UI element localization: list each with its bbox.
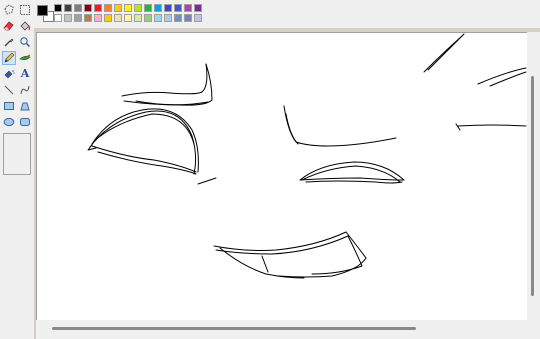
rounded-rectangle-tool[interactable] — [18, 115, 32, 129]
text-tool[interactable]: A — [18, 67, 32, 81]
airbrush-tool[interactable] — [2, 67, 16, 81]
toolbox: A — [0, 0, 34, 339]
rectangle-icon — [4, 102, 14, 110]
right-eye-stroke — [305, 180, 403, 184]
color-swatch[interactable] — [94, 4, 102, 12]
color-palette — [34, 0, 540, 28]
color-swatch[interactable] — [74, 14, 82, 22]
left-eyebrow-stroke — [123, 63, 213, 106]
polygon-tool[interactable] — [18, 99, 32, 113]
left-eyebrow-stroke — [121, 63, 208, 97]
color-swatch[interactable] — [134, 14, 142, 22]
left-eye-stroke — [89, 110, 197, 175]
color-swatch[interactable] — [104, 14, 112, 22]
ellipse-tool[interactable] — [2, 115, 16, 129]
select-tool[interactable] — [18, 3, 32, 17]
color-swatch[interactable] — [194, 4, 202, 12]
color-swatch[interactable] — [104, 4, 112, 12]
color-swatch[interactable] — [84, 14, 92, 22]
fill-tool[interactable] — [18, 19, 32, 33]
color-swatch[interactable] — [194, 14, 202, 22]
left-eye-stroke — [91, 145, 197, 173]
hair-stroke — [457, 124, 527, 127]
line-tool[interactable] — [2, 83, 16, 97]
select-icon — [20, 5, 30, 15]
left-eye-stroke — [197, 177, 217, 185]
pencil-icon — [4, 52, 15, 63]
scrollbar-corner — [527, 320, 540, 339]
left-eye-stroke — [91, 108, 199, 173]
right-eye-stroke — [299, 161, 405, 181]
color-swatch[interactable] — [144, 4, 152, 12]
color-swatch[interactable] — [174, 4, 182, 12]
line-icon — [4, 85, 14, 95]
right-eye-stroke — [299, 177, 405, 181]
color-swatch[interactable] — [84, 4, 92, 12]
drawing-canvas[interactable] — [36, 32, 527, 320]
tool-options-box[interactable] — [3, 133, 31, 175]
left-eye-stroke — [93, 113, 195, 145]
rounded-rectangle-icon — [20, 118, 30, 126]
hair-stroke — [427, 33, 465, 71]
vertical-scrollbar[interactable] — [527, 32, 540, 320]
color-swatch[interactable] — [164, 14, 172, 22]
color-swatch[interactable] — [114, 4, 122, 12]
color-swatch[interactable] — [184, 14, 192, 22]
color-swatch[interactable] — [174, 14, 182, 22]
airbrush-icon — [4, 70, 15, 79]
brush-tool[interactable] — [18, 51, 32, 65]
workspace — [34, 28, 540, 339]
primary-color-swatch[interactable] — [37, 5, 48, 16]
left-eyebrow-stroke — [135, 100, 209, 106]
mouth-stroke — [277, 231, 367, 278]
color-swatch[interactable] — [134, 4, 142, 12]
color-swatch[interactable] — [124, 14, 132, 22]
polygon-icon — [20, 102, 30, 111]
vertical-scroll-thumb[interactable] — [531, 76, 534, 296]
color-swatch[interactable] — [144, 14, 152, 22]
hair-stroke — [455, 123, 461, 131]
color-swatch[interactable] — [64, 4, 72, 12]
curve-icon — [20, 85, 30, 95]
eraser-icon — [3, 21, 14, 31]
right-eyebrow-stroke — [283, 105, 397, 147]
horizontal-scroll-thumb[interactable] — [52, 327, 416, 330]
fill-bucket-icon — [20, 21, 31, 31]
free-form-select-tool[interactable] — [2, 3, 16, 17]
color-swatch[interactable] — [164, 4, 172, 12]
color-swatch[interactable] — [74, 4, 82, 12]
left-eye-stroke — [97, 151, 197, 175]
color-swatch-grid — [54, 4, 204, 24]
free-form-select-icon — [4, 4, 14, 15]
mouth-stroke — [213, 231, 347, 251]
curve-tool[interactable] — [18, 83, 32, 97]
color-swatch[interactable] — [64, 14, 72, 22]
current-colors — [36, 3, 56, 23]
color-swatch[interactable] — [154, 14, 162, 22]
brush-icon — [19, 54, 31, 60]
horizontal-scrollbar[interactable] — [36, 320, 527, 339]
color-swatch[interactable] — [184, 4, 192, 12]
rectangle-tool[interactable] — [2, 99, 16, 113]
eraser-tool[interactable] — [2, 19, 16, 33]
text-icon: A — [20, 67, 30, 80]
color-swatch[interactable] — [154, 4, 162, 12]
hair-stroke — [489, 71, 527, 87]
pencil-tool[interactable] — [2, 51, 16, 65]
ellipse-icon — [3, 117, 15, 127]
color-swatch[interactable] — [54, 14, 62, 22]
magnifier-tool[interactable] — [18, 35, 32, 49]
color-swatch[interactable] — [114, 14, 122, 22]
eyedropper-icon — [4, 38, 14, 47]
magnifier-icon — [20, 37, 31, 48]
color-swatch[interactable] — [124, 4, 132, 12]
color-swatch[interactable] — [54, 4, 62, 12]
paint-window: A — [0, 0, 540, 339]
color-swatch[interactable] — [94, 14, 102, 22]
color-picker-tool[interactable] — [2, 35, 16, 49]
canvas-drawing — [87, 33, 527, 279]
left-eye-stroke — [87, 144, 97, 151]
mouth-stroke — [261, 255, 269, 273]
right-eyebrow-stroke — [285, 113, 299, 145]
